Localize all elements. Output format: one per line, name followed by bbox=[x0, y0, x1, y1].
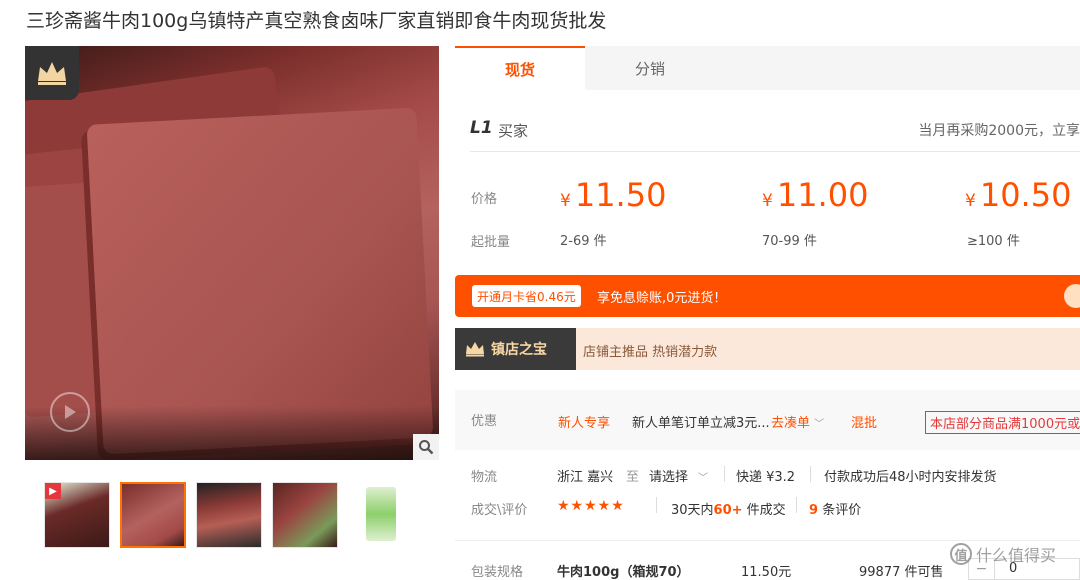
buyer-level-text: 买家 bbox=[498, 122, 529, 140]
destination-select[interactable]: 请选择 ﹀ bbox=[649, 466, 708, 485]
product-title: 三珍斋酱牛肉100g乌镇特产真空熟食卤味厂家直销即食牛肉现货批发 bbox=[26, 10, 607, 32]
thumbnail-strip: ▶ bbox=[44, 482, 414, 548]
product-main-image[interactable] bbox=[25, 46, 439, 460]
store-promo-tag[interactable]: 本店部分商品满1000元或 bbox=[925, 411, 1080, 434]
spec-name: 牛肉100g（箱规70） bbox=[557, 565, 690, 580]
crown-badge bbox=[25, 46, 79, 100]
price-tier-3: ¥10.50 bbox=[965, 176, 1072, 214]
price-label: 价格 bbox=[471, 192, 498, 207]
spec-label: 包装规格 bbox=[471, 565, 524, 580]
moq-tier-3: ≥100 件 bbox=[967, 234, 1020, 249]
moq-tier-2: 70-99 件 bbox=[762, 234, 817, 249]
moq-label: 起批量 bbox=[471, 235, 511, 250]
site-watermark: 值 什么值得买 bbox=[950, 542, 1056, 566]
buyer-level-badge: L1 bbox=[470, 118, 493, 138]
chevron-down-icon: ﹀ bbox=[698, 473, 709, 484]
magnifier-icon bbox=[419, 440, 434, 455]
zoom-button[interactable] bbox=[413, 434, 439, 460]
go-collect-link[interactable]: 去凑单 ﹀ bbox=[771, 412, 824, 431]
thumbnail-2[interactable] bbox=[120, 482, 186, 548]
new-user-offer-text: 新人单笔订单立减3元... bbox=[632, 416, 770, 431]
treasure-text: 店铺主推品 热销潜力款 bbox=[583, 345, 718, 360]
tab-in-stock[interactable]: 现货 bbox=[455, 46, 585, 90]
meat-slice bbox=[86, 107, 434, 455]
crown-icon bbox=[38, 62, 66, 85]
store-treasure-banner: 镇店之宝 店铺主推品 热销潜力款 bbox=[455, 328, 1080, 370]
tab-distribution[interactable]: 分销 bbox=[585, 46, 715, 90]
play-icon bbox=[65, 405, 76, 419]
monthly-card-promo-bar[interactable]: 开通月卡省0.46元 享免息赊账,0元进货！ bbox=[455, 275, 1080, 317]
chevron-down-icon: ﹀ bbox=[814, 419, 825, 430]
monthly-card-tag[interactable]: 开通月卡省0.46元 bbox=[472, 285, 581, 307]
watermark-logo-icon: 值 bbox=[950, 543, 972, 565]
thumbnail-5[interactable] bbox=[348, 482, 414, 548]
logistics-label: 物流 bbox=[471, 470, 498, 485]
monthly-purchase-tip: 当月再采购2000元，立享 bbox=[918, 123, 1080, 139]
offers-box: 优惠 新人专享 新人单笔订单立减3元... 去凑单 ﹀ 混批 本店部分商品满10… bbox=[455, 390, 1080, 450]
spec-price: 11.50元 bbox=[741, 565, 792, 580]
sale-mode-tabs: 现货 分销 bbox=[455, 46, 1080, 90]
thumbnail-3[interactable] bbox=[196, 482, 262, 548]
thumbnail-1[interactable]: ▶ bbox=[44, 482, 110, 548]
promo-arrow-icon[interactable] bbox=[1064, 284, 1080, 308]
mixed-batch-link[interactable]: 混批 bbox=[851, 412, 877, 431]
promo-text: 享免息赊账,0元进货！ bbox=[597, 291, 727, 306]
ship-to-text: 至 bbox=[626, 470, 640, 485]
review-summary[interactable]: 9 条评价 bbox=[809, 499, 861, 518]
play-video-button[interactable] bbox=[50, 392, 90, 432]
buyer-level-row: L1 买家 当月再采购2000元，立享 bbox=[470, 108, 1080, 152]
shipping-note: 付款成功后48小时内安排发货 bbox=[824, 470, 997, 485]
moq-tier-1: 2-69 件 bbox=[560, 234, 607, 249]
sales-summary: 30天内60+ 件成交 bbox=[671, 503, 786, 518]
price-tier-1: ¥11.50 bbox=[560, 176, 667, 214]
deals-label: 成交\评价 bbox=[471, 503, 528, 518]
rating-stars: ★★★★★ bbox=[557, 498, 625, 514]
offers-label: 优惠 bbox=[471, 414, 498, 429]
price-tier-2: ¥11.00 bbox=[762, 176, 869, 214]
ship-origin: 浙江 嘉兴 bbox=[557, 470, 614, 485]
treasure-badge: 镇店之宝 bbox=[455, 328, 576, 370]
thumbnail-4[interactable] bbox=[272, 482, 338, 548]
spec-stock: 99877 件可售 bbox=[859, 565, 944, 580]
express-fee: 快递 ¥3.2 bbox=[736, 470, 796, 485]
video-badge-icon: ▶ bbox=[45, 483, 61, 499]
crown-icon bbox=[466, 342, 484, 357]
new-user-tag: 新人专享 bbox=[558, 416, 611, 431]
